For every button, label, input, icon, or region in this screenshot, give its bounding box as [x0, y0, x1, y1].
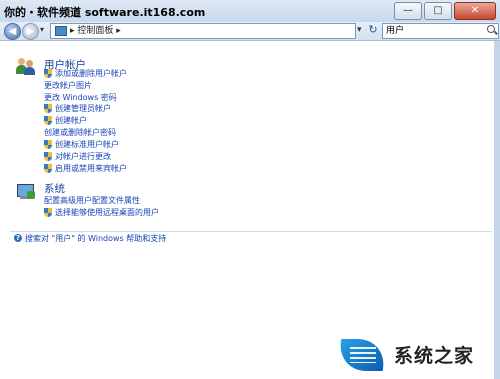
uac-shield-icon	[44, 140, 52, 149]
search-icon[interactable]	[487, 25, 495, 33]
link-change-password[interactable]: 更改 Windows 密码	[44, 92, 117, 103]
system-icon[interactable]	[16, 183, 36, 201]
link-create-admin-account[interactable]: 创建管理员帐户	[55, 103, 111, 114]
link-add-remove-accounts[interactable]: 添加或删除用户帐户	[55, 68, 127, 79]
link-change-picture[interactable]: 更改帐户图片	[44, 80, 92, 91]
divider	[10, 231, 492, 232]
control-panel-icon	[55, 25, 67, 36]
link-make-account-changes[interactable]: 对帐户进行更改	[55, 151, 111, 162]
back-button[interactable]: ◀	[4, 23, 21, 40]
window-controls: — □ ✕	[392, 2, 496, 20]
minimize-button[interactable]: —	[394, 2, 422, 20]
uac-shield-icon	[44, 152, 52, 161]
address-toolbar: ◀ ▶ ▾ ▸ 控制面板 ▸ ▾ ↻ 用户	[0, 22, 500, 41]
link-advanced-profile-properties[interactable]: 配置高级用户配置文件属性	[44, 195, 140, 206]
results-pane: 用户帐户 添加或删除用户帐户 更改帐户图片 更改 Windows 密码 创建管理…	[0, 41, 500, 379]
help-icon: ?	[14, 234, 22, 242]
address-bar[interactable]: ▸ 控制面板 ▸	[50, 23, 356, 39]
user-accounts-icon[interactable]	[16, 58, 36, 76]
search-input-value: 用户	[386, 26, 405, 36]
link-toggle-guest-account[interactable]: 启用或禁用来宾帐户	[55, 163, 127, 174]
maximize-button[interactable]: □	[424, 2, 452, 20]
close-button[interactable]: ✕	[454, 2, 496, 20]
logo-lines	[350, 347, 376, 363]
breadcrumb[interactable]: ▸ 控制面板 ▸	[70, 26, 121, 36]
recent-pages-dropdown[interactable]: ▾	[40, 25, 44, 34]
title-bar: 你的・软件频道 software.it168.com — □ ✕	[0, 0, 500, 23]
logo-text: 系统之家	[394, 345, 475, 367]
category-title-system[interactable]: 系统	[44, 181, 65, 196]
uac-shield-icon	[44, 208, 52, 217]
link-remote-desktop-users[interactable]: 选择能够使用远程桌面的用户	[55, 207, 159, 218]
uac-shield-icon	[44, 164, 52, 173]
watermark-text: 你的・软件频道 software.it168.com	[4, 6, 206, 19]
link-search-windows-help[interactable]: 搜索对 "用户" 的 Windows 帮助和支持	[25, 233, 166, 244]
uac-shield-icon	[44, 104, 52, 113]
link-create-standard-account[interactable]: 创建标准用户帐户	[55, 139, 119, 150]
window-border-right	[494, 41, 500, 379]
address-dropdown-arrow[interactable]: ▾	[357, 25, 362, 35]
link-create-remove-password[interactable]: 创建或删除帐户密码	[44, 127, 116, 138]
uac-shield-icon	[44, 69, 52, 78]
refresh-button[interactable]: ↻	[366, 23, 380, 37]
uac-shield-icon	[44, 116, 52, 125]
search-input[interactable]: 用户	[382, 23, 499, 39]
forward-button[interactable]: ▶	[22, 23, 39, 40]
site-logo: 系统之家	[334, 335, 496, 375]
link-create-account[interactable]: 创建帐户	[55, 115, 87, 126]
